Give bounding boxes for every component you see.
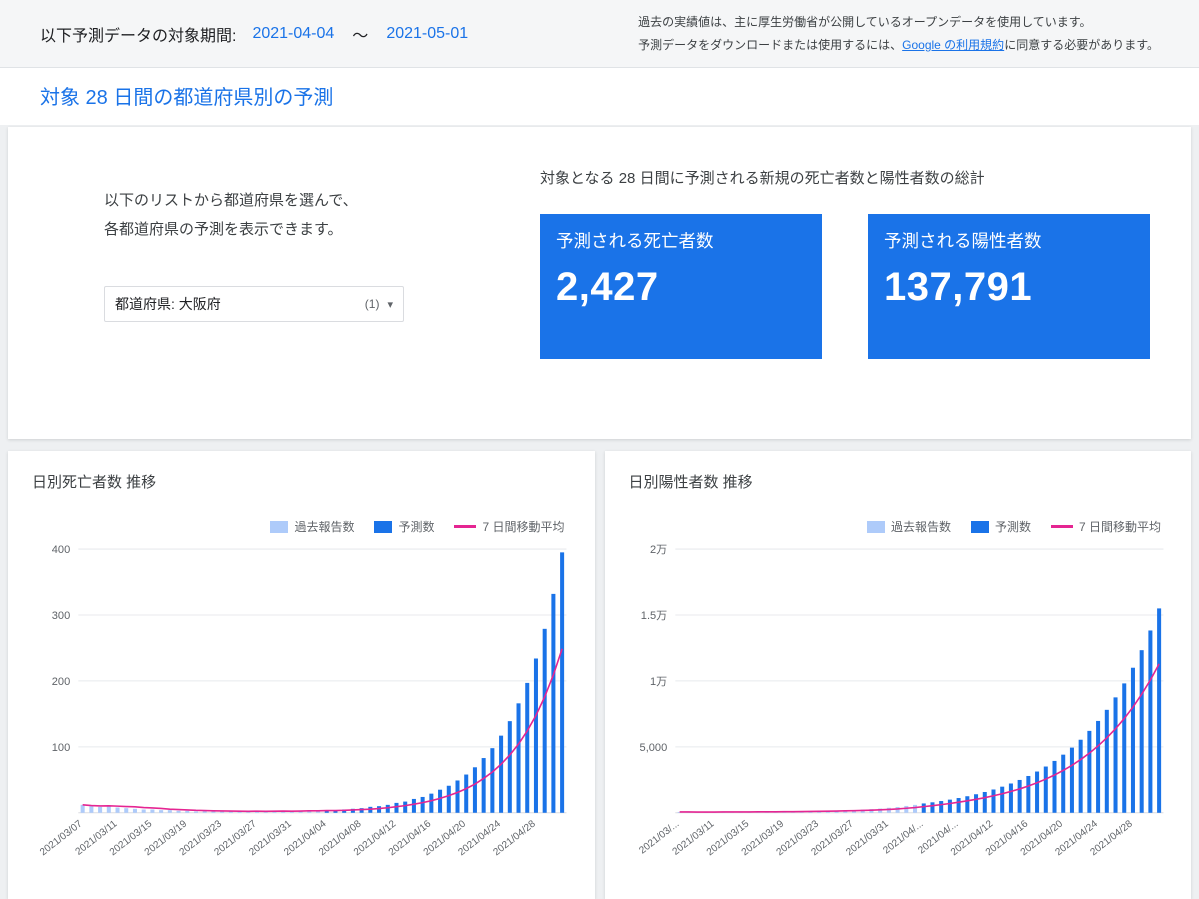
legend-moving-average-label: 7 日間移動平均 [1078,520,1161,534]
legend-item-moving-average: 7 日間移動平均 [1050,518,1161,535]
legend-forecast-label: 予測数 [398,520,435,534]
predicted-deaths-title: 予測される死亡者数 [556,231,714,251]
page-title: 対象 28 日間の都道府県別の予測 [40,87,334,109]
svg-text:400: 400 [52,544,70,556]
note-line-2-suffix: に同意する必要があります。 [1004,37,1159,52]
period-tilde: ～ [352,27,369,45]
forecast-period: 以下予測データの対象期間: 2021-04-04 ～ 2021-05-01 [40,22,468,46]
prefecture-dropdown[interactable]: 都道府県: 大阪府 (1) ▾ [104,286,404,322]
summary-stat-boxes: 予測される死亡者数 2,427 予測される陽性者数 137,791 [540,214,1151,359]
svg-text:200: 200 [52,676,70,688]
predicted-positives-value: 137,791 [884,265,1033,309]
section-heading-strip: 対象 28 日間の都道府県別の予測 [0,68,1199,125]
legend-item-forecast: 予測数 [374,518,434,535]
predicted-deaths-value: 2,427 [556,265,659,309]
top-bar: 以下予測データの対象期間: 2021-04-04 ～ 2021-05-01 過去… [0,0,1199,68]
svg-text:1万: 1万 [650,676,667,688]
moving-average-swatch-icon [454,525,477,528]
predicted-deaths-box: 予測される死亡者数 2,427 [540,214,822,359]
historical-bar-swatch-icon [866,520,885,533]
period-label: 以下予測データの対象期間: [40,27,237,45]
note-line-1: 過去の実績値は、主に厚生労働省が公開しているオープンデータを使用しています。 [638,14,1092,29]
prefecture-dropdown-value: 都道府県: 大阪府 [115,296,221,312]
prefecture-selector-column: 以下のリストから都道府県を選んで、 各都道府県の予測を表示できます。 都道府県:… [104,167,540,359]
predicted-positives-box: 予測される陽性者数 137,791 [868,214,1150,359]
legend-forecast-label: 予測数 [994,520,1031,534]
end-date-field[interactable]: 2021-05-01 [386,25,468,43]
daily-positives-chart-title: 日別陽性者数 推移 [628,474,753,491]
legend-moving-average-label: 7 日間移動平均 [482,520,565,534]
daily-positives-chart: 5,0001万1.5万2万2021/03/...2021/03/112021/0… [637,544,1163,858]
historical-bar-swatch-icon [270,520,289,533]
legend-historical-label: 過去報告数 [890,520,951,534]
forecast-bar-swatch-icon [374,520,393,533]
forecast-bar-swatch-icon [970,520,989,533]
daily-deaths-chart-card: 日別死亡者数 推移 過去報告数 予測数 7 日間移動平均 100 200 300 40… [8,451,595,899]
moving-average-swatch-icon [1050,525,1073,528]
chevron-down-icon: ▾ [387,298,393,311]
summary-column: 対象となる 28 日間に予測される新規の死亡者数と陽性者数の総計 予測される死亡… [540,167,1151,359]
prefecture-forecast-card: 以下のリストから都道府県を選んで、 各都道府県の予測を表示できます。 都道府県:… [8,127,1191,439]
terms-of-service-link[interactable]: Google の利用規約 [902,38,1004,52]
legend-item-moving-average: 7 日間移動平均 [454,518,565,535]
svg-text:5,000: 5,000 [639,742,667,754]
data-source-notes: 過去の実績値は、主に厚生労働省が公開しているオープンデータを使用しています。 予… [638,11,1159,57]
daily-deaths-chart: 1002003004002021/03/072021/03/112021/03/… [38,544,567,858]
summary-heading: 対象となる 28 日間に予測される新規の死亡者数と陽性者数の総計 [540,170,985,187]
svg-text:300: 300 [52,610,70,622]
note-line-2-prefix: 予測データをダウンロードまたは使用するには、 [638,37,903,52]
svg-text:1.5万: 1.5万 [640,610,666,622]
daily-positives-chart-legend: 過去報告数 予測数 7 日間移動平均 [629,518,1161,535]
daily-positives-chart-card: 日別陽性者数 推移 過去報告数 予測数 7 日間移動平均 5,000 1万 1.5万… [604,451,1191,899]
legend-item-historical: 過去報告数 [270,518,354,535]
note-line-2: 予測データをダウンロードまたは使用するには、Google の利用規約に同意する必… [638,34,1159,57]
legend-item-forecast: 予測数 [970,518,1031,535]
daily-deaths-chart-legend: 過去報告数 予測数 7 日間移動平均 [32,518,565,535]
legend-item-historical: 過去報告数 [866,518,951,535]
charts-row: 日別死亡者数 推移 過去報告数 予測数 7 日間移動平均 100 200 300 40… [8,451,1191,899]
prefecture-dropdown-count: (1) [364,297,380,311]
prefecture-instruction: 以下のリストから都道府県を選んで、 各都道府県の予測を表示できます。 [104,187,540,244]
svg-text:2万: 2万 [650,544,667,556]
legend-historical-label: 過去報告数 [294,520,355,534]
instruction-line-2: 各都道府県の予測を表示できます。 [104,220,343,238]
daily-deaths-chart-title: 日別死亡者数 推移 [32,474,157,491]
start-date-field[interactable]: 2021-04-04 [252,25,334,43]
predicted-positives-title: 予測される陽性者数 [884,231,1042,251]
instruction-line-1: 以下のリストから都道府県を選んで、 [104,192,358,209]
svg-text:100: 100 [52,742,70,754]
